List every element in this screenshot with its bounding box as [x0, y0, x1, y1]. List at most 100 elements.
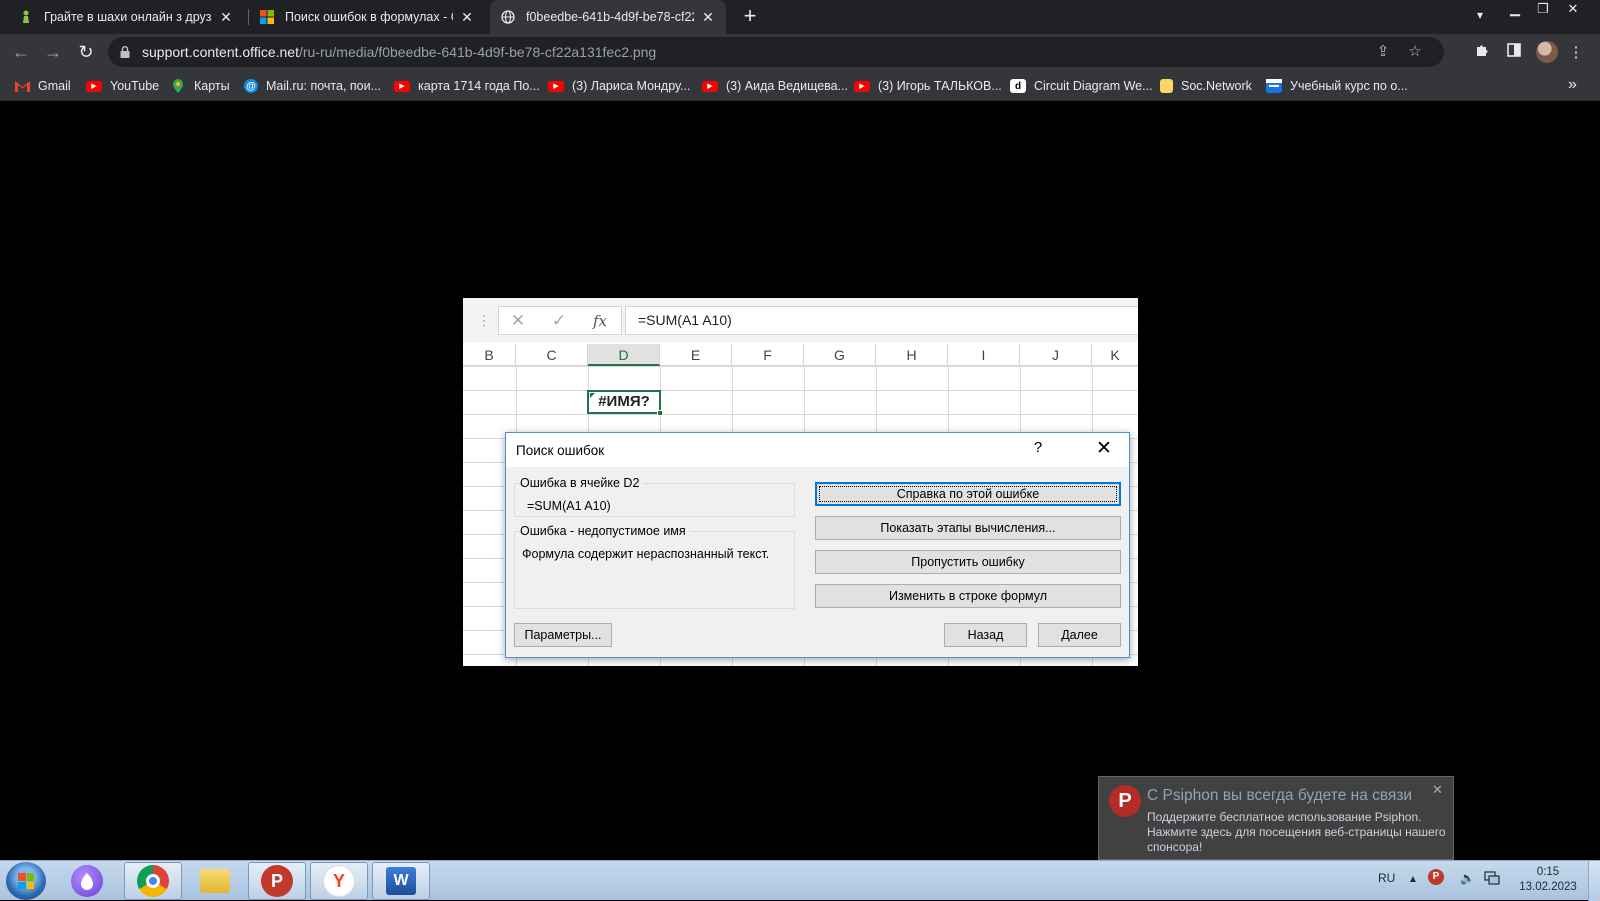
chess-pawn-icon [18, 9, 34, 25]
bookmark-label: Circuit Diagram We... [1034, 79, 1153, 93]
close-notification-icon[interactable]: ✕ [1432, 782, 1443, 798]
show-desktop-button[interactable] [1588, 861, 1600, 901]
tab-image-active[interactable]: f0beedbe-641b-4d9f-be78-cf22a131fec2.png… [490, 0, 726, 34]
tab-search-chevron-icon[interactable]: ▾ [1471, 8, 1489, 26]
alice-icon [71, 865, 103, 897]
clock-date: 13.02.2023 [1519, 881, 1577, 893]
taskbar-app-yandex[interactable]: Y [310, 862, 368, 900]
enter-check-icon: ✓ [551, 311, 567, 330]
psiphon-logo-icon: P [1109, 785, 1141, 817]
circuit-diagram-icon: d [1010, 79, 1026, 93]
column-headers: B C D E F G H I J K [463, 344, 1138, 366]
close-tab-icon[interactable]: ✕ [700, 9, 716, 25]
close-icon: ✕ [1096, 438, 1112, 459]
profile-avatar[interactable] [1536, 41, 1558, 63]
close-tab-icon[interactable]: ✕ [218, 9, 234, 25]
yandex-icon: Y [323, 865, 355, 897]
previous-button: Назад [944, 623, 1027, 647]
back-arrow-icon[interactable]: ← [10, 42, 32, 64]
volume-speaker-icon[interactable]: 🔈 [1460, 871, 1475, 885]
bookmark-video-4[interactable]: ▶ (3) Игорь ТАЛЬКОВ... [854, 77, 1002, 95]
bookmark-video-2[interactable]: ▶ (3) Лариса Мондру... [548, 77, 690, 95]
minimize-window-button[interactable]: ▁ [1502, 0, 1528, 20]
taskbar-app-psiphon[interactable]: P [248, 862, 306, 900]
column-header: K [1110, 347, 1120, 363]
start-button[interactable] [6, 862, 46, 900]
bookmark-folder-socnetwork[interactable]: Soc.Network [1160, 77, 1252, 95]
bookmark-mailru[interactable]: @ Mail.ru: почта, пои... [244, 77, 381, 95]
bookmark-label: Gmail [38, 79, 71, 93]
help-on-error-button: Справка по этой ошибке [815, 482, 1121, 506]
taskbar-app-chrome[interactable] [124, 862, 182, 900]
bookmark-video-1[interactable]: ▶ карта 1714 года По... [394, 77, 540, 95]
bookmark-label: Soc.Network [1181, 79, 1252, 93]
close-tab-icon[interactable]: ✕ [459, 9, 475, 25]
maps-pin-icon [170, 79, 186, 93]
new-tab-button[interactable]: + [738, 5, 762, 29]
language-indicator[interactable]: RU [1378, 871, 1395, 885]
notification-body[interactable]: Поддержите бесплатное использование Psip… [1147, 810, 1447, 855]
taskbar-app-word[interactable]: W [372, 862, 430, 900]
edit-in-formula-bar-button: Изменить в строке формул [815, 584, 1121, 608]
error-description: Формула содержит нераспознанный текст. [522, 547, 770, 561]
folder-icon [1160, 79, 1173, 93]
tab-strip: Грайте в шахи онлайн з друзями ✕ Поиск о… [0, 0, 1600, 34]
bookmark-label: YouTube [110, 79, 160, 93]
tab-chess[interactable]: Грайте в шахи онлайн з друзями ✕ [8, 0, 244, 34]
bookmark-star-icon[interactable]: ☆ [1406, 43, 1424, 61]
bookmarks-bar: Gmail ▶ YouTube Карты @ Mail.ru: почта, … [0, 70, 1600, 101]
url-path: /ru-ru/media/f0beedbe-641b-4d9f-be78-cf2… [298, 44, 657, 60]
bookmark-label: карта 1714 года По... [418, 79, 540, 93]
error-formula: =SUM(A1 A10) [527, 499, 611, 513]
windows-taskbar: P Y W RU ▲ P 🔈 0:15 13.02.2023 [0, 860, 1600, 901]
menu-kebab-icon[interactable]: ⋮ [1566, 43, 1586, 63]
show-hidden-icons-arrow-icon[interactable]: ▲ [1408, 874, 1418, 885]
bookmark-course[interactable]: Учебный курс по о... [1266, 77, 1408, 95]
side-panel-icon[interactable] [1504, 43, 1524, 63]
psiphon-tray-icon[interactable]: P [1428, 869, 1444, 885]
network-icon[interactable] [1484, 871, 1500, 888]
error-checking-dialog: Поиск ошибок ? ✕ Ошибка в ячейке D2 =SUM… [505, 432, 1130, 658]
chrome-icon [137, 865, 169, 897]
lock-icon [120, 45, 130, 58]
tab-office-support[interactable]: Поиск ошибок в формулах - Служба ✕ [249, 0, 485, 34]
bookmark-label: Mail.ru: почта, пои... [266, 79, 382, 93]
formula-bar: ⋮ ✕ ✓ fx =SUM(A1 A10) [463, 298, 1138, 342]
clock-time: 0:15 [1536, 866, 1560, 878]
extensions-puzzle-icon[interactable] [1472, 43, 1492, 63]
column-header: I [948, 344, 1020, 366]
bookmark-gmail[interactable]: Gmail [14, 77, 71, 95]
url-text: support.content.office.net/ru-ru/media/f… [142, 44, 656, 60]
psiphon-icon: P [261, 865, 293, 897]
tab-title: f0beedbe-641b-4d9f-be78-cf22a131fec2.png [526, 10, 694, 24]
mailru-icon: @ [244, 79, 258, 93]
bookmark-circuit-diagram[interactable]: d Circuit Diagram We... [1010, 77, 1153, 95]
taskbar-app-explorer[interactable] [186, 862, 244, 900]
share-icon[interactable]: ⇪ [1374, 43, 1392, 61]
error-indicator-icon [590, 393, 595, 398]
bookmark-label: (3) Аида Ведищева... [726, 79, 849, 93]
forward-arrow-icon[interactable]: → [42, 42, 64, 64]
windows-logo-icon [18, 873, 34, 889]
bookmark-maps[interactable]: Карты [170, 77, 230, 95]
system-clock[interactable]: 0:15 13.02.2023 [1512, 865, 1584, 895]
psiphon-notification[interactable]: P С Psiphon вы всегда будете на связи По… [1098, 776, 1454, 860]
column-header: H [876, 344, 948, 366]
restore-window-button[interactable]: ❐ [1530, 0, 1556, 20]
fill-handle [657, 410, 663, 416]
youtube-icon: ▶ [702, 80, 718, 92]
bookmark-label: Карты [194, 79, 230, 93]
bookmark-label: (3) Игорь ТАЛЬКОВ... [878, 79, 1002, 93]
youtube-icon: ▶ [854, 80, 870, 92]
reload-icon[interactable]: ↻ [75, 42, 97, 64]
bookmarks-overflow-chevron-icon[interactable]: » [1568, 76, 1577, 94]
notification-title: С Psiphon вы всегда будете на связи [1147, 787, 1413, 804]
close-window-button[interactable]: ✕ [1560, 0, 1586, 20]
bookmark-video-3[interactable]: ▶ (3) Аида Ведищева... [702, 77, 848, 95]
taskbar-app-alice[interactable] [58, 862, 116, 900]
cancel-x-icon: ✕ [510, 311, 526, 330]
youtube-icon: ▶ [86, 80, 102, 92]
bookmark-youtube[interactable]: ▶ YouTube [86, 77, 159, 95]
address-bar[interactable]: support.content.office.net/ru-ru/media/f… [108, 37, 1444, 67]
column-header: G [804, 344, 876, 366]
